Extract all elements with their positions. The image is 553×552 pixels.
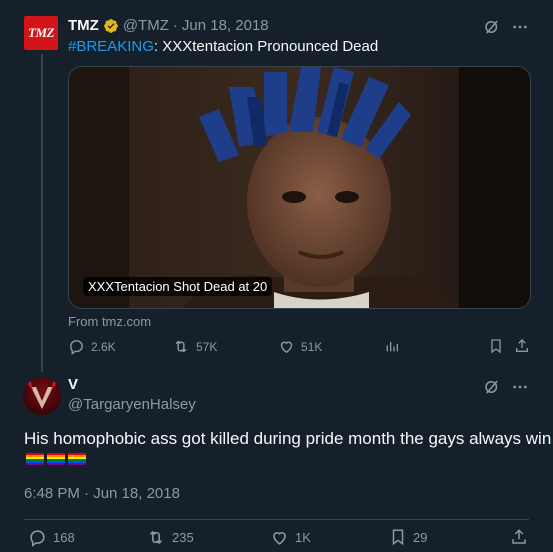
- author-handle[interactable]: @TMZ: [123, 17, 169, 34]
- analytics-icon: [386, 342, 398, 352]
- pride-flags: [26, 453, 86, 465]
- avatar-illustration: [27, 381, 57, 409]
- like-count: 51K: [301, 339, 323, 354]
- reply-count: 2.6K: [91, 339, 116, 354]
- reply-button[interactable]: 2.6K: [68, 338, 116, 355]
- main-tweet-top-icons: [483, 378, 529, 396]
- link-card-image[interactable]: XXXTentacion Shot Dead at 20: [68, 66, 531, 309]
- parent-tweet-text: #BREAKING: XXXtentacion Pronounced Dead: [68, 38, 378, 55]
- thread-connector-line: [41, 54, 43, 372]
- author-name[interactable]: TMZ: [68, 17, 99, 34]
- repost-count: 57K: [196, 339, 218, 354]
- like-button[interactable]: 51K: [278, 338, 322, 355]
- bookmark-icon: [491, 339, 501, 354]
- reply-icon: [30, 530, 45, 547]
- grok-icon[interactable]: [483, 18, 501, 36]
- rainbow-flag-icon: [68, 453, 86, 465]
- parent-tweet-header: TMZ @TMZ · Jun 18, 2018: [68, 17, 269, 34]
- grok-icon[interactable]: [483, 378, 501, 396]
- like-count: 1K: [295, 530, 311, 545]
- more-options-icon[interactable]: [511, 378, 529, 396]
- share-icon: [516, 339, 528, 352]
- main-tweet-text: His homophobic ass got killed during pri…: [24, 429, 552, 448]
- reply-icon: [70, 340, 83, 355]
- divider: [24, 519, 529, 520]
- repost-button[interactable]: 235: [146, 528, 194, 547]
- bookmark-button[interactable]: [488, 338, 504, 354]
- main-tweet-actions: 168 235 1K 29: [24, 528, 532, 550]
- card-caption: XXXTentacion Shot Dead at 20: [83, 277, 273, 296]
- share-icon: [512, 529, 526, 544]
- bookmark-icon: [392, 529, 404, 546]
- breaking-hashtag-link[interactable]: #BREAKING: [68, 38, 154, 55]
- more-options-icon[interactable]: [511, 18, 529, 36]
- reply-button[interactable]: 168: [28, 528, 75, 547]
- like-button[interactable]: 1K: [270, 528, 311, 547]
- heart-icon: [273, 532, 286, 545]
- parent-tweet-actions: 2.6K 57K 51K: [68, 338, 531, 358]
- rainbow-flag-icon: [26, 453, 44, 465]
- main-author-name[interactable]: V: [68, 376, 78, 393]
- v-avatar[interactable]: [23, 377, 61, 415]
- tweet-date[interactable]: Jun 18, 2018: [182, 17, 269, 34]
- heart-icon: [280, 341, 293, 354]
- parent-tweet-top-icons: [483, 18, 529, 36]
- tmz-logo-text: TMZ: [28, 25, 54, 40]
- share-button[interactable]: [510, 528, 528, 546]
- bookmark-count: 29: [413, 529, 428, 545]
- reply-count: 168: [53, 530, 75, 545]
- repost-button[interactable]: 57K: [172, 338, 217, 355]
- main-tweet-timestamp[interactable]: 6:48 PM · Jun 18, 2018: [24, 485, 180, 502]
- tmz-avatar[interactable]: TMZ: [24, 16, 58, 50]
- share-button[interactable]: [514, 338, 530, 354]
- parent-tweet-body: : XXXtentacion Pronounced Dead: [153, 38, 379, 55]
- repost-count: 235: [172, 530, 194, 545]
- card-source[interactable]: From tmz.com: [68, 314, 151, 329]
- repost-icon: [175, 340, 187, 353]
- separator-dot: ·: [172, 17, 178, 34]
- views-button[interactable]: [384, 338, 400, 354]
- main-author-handle[interactable]: @TargaryenHalsey: [68, 396, 196, 413]
- bookmark-button[interactable]: 29: [389, 528, 427, 546]
- repost-icon: [149, 530, 163, 545]
- news-photo-illustration: [69, 67, 530, 308]
- verified-badge-icon: [103, 18, 118, 33]
- rainbow-flag-icon: [47, 453, 65, 465]
